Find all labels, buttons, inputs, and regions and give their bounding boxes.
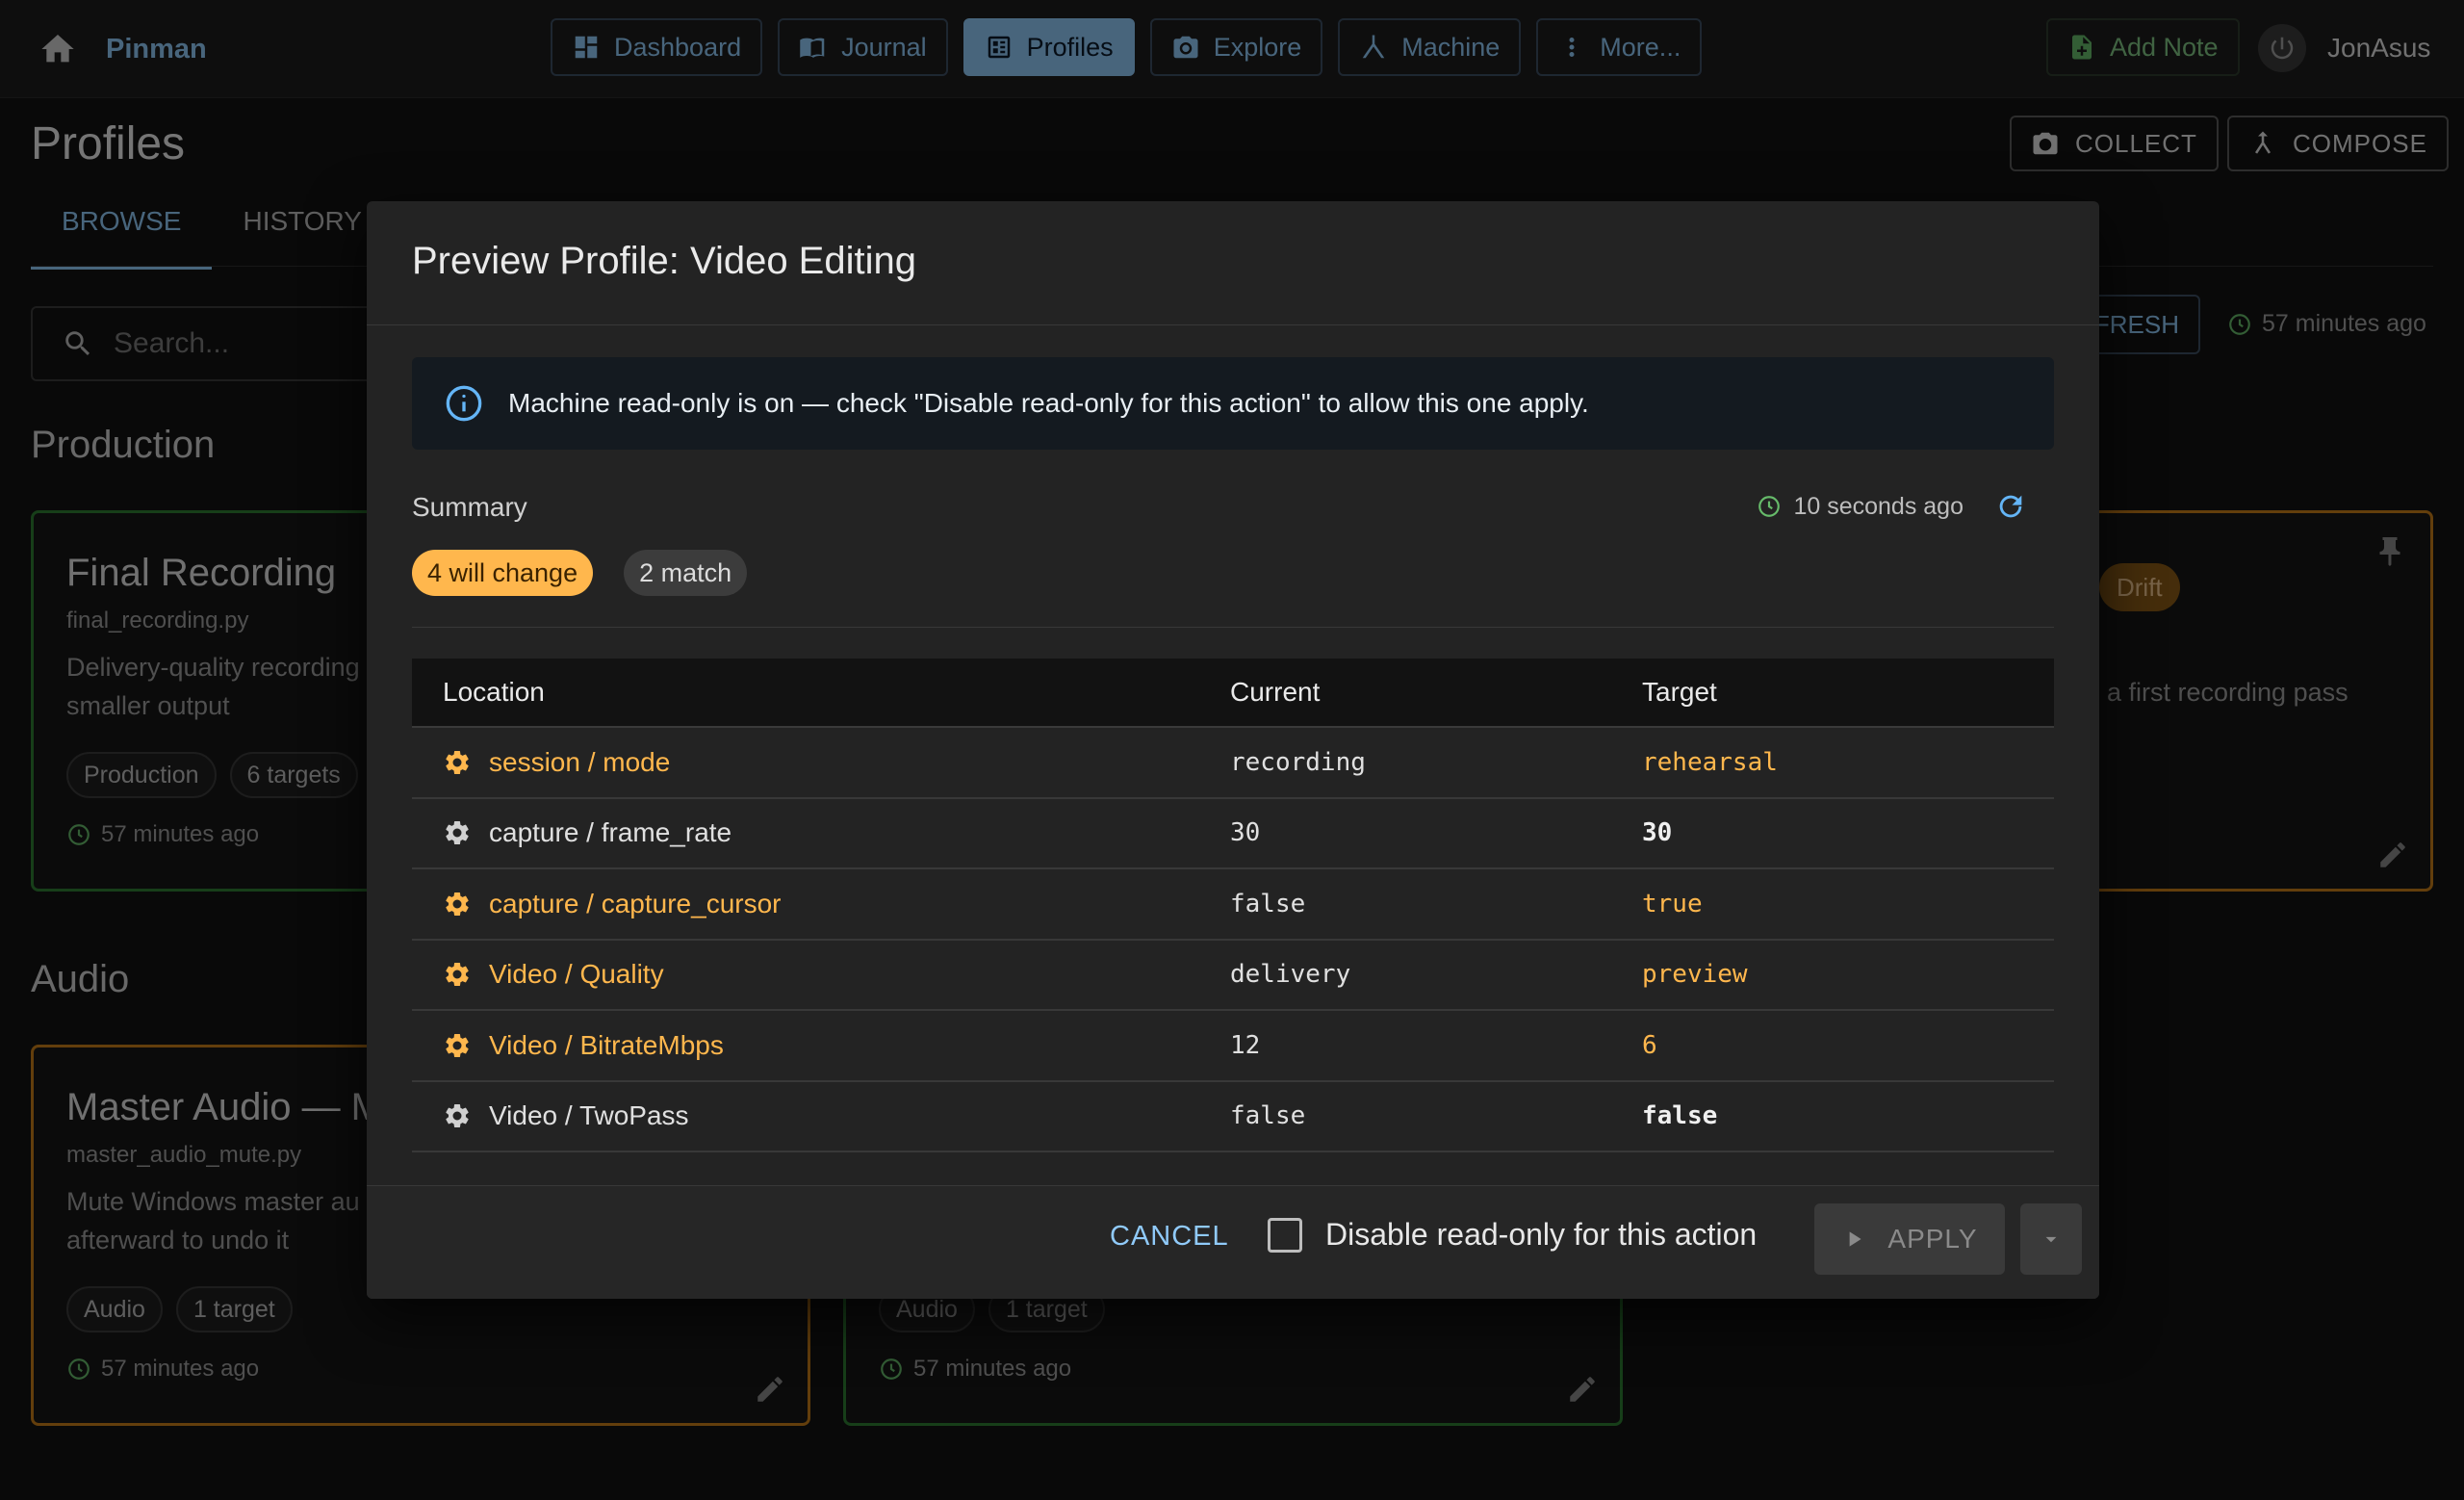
table-row[interactable]: Video / BitrateMbps 12 6 — [412, 1011, 2054, 1082]
table-row[interactable]: capture / capture_cursor false true — [412, 869, 2054, 941]
dialog-divider — [367, 324, 2099, 325]
current-value: false — [1230, 1101, 1306, 1131]
location-text: Video / Quality — [489, 959, 664, 990]
target-value: 30 — [1642, 818, 1673, 848]
info-text: Machine read-only is on — check "Disable… — [508, 388, 1589, 418]
cancel-button[interactable]: CANCEL — [1110, 1221, 1229, 1253]
dialog-title: Preview Profile: Video Editing — [412, 240, 916, 282]
column-location: Location — [443, 677, 545, 707]
info-icon — [446, 385, 482, 422]
disable-readonly-label: Disable read-only for this action — [1325, 1217, 1758, 1252]
refresh-icon[interactable] — [1994, 490, 2027, 523]
play-icon — [1850, 1231, 1861, 1247]
will-change-badge: 4 will change — [412, 550, 594, 596]
target-value: 6 — [1642, 1030, 1657, 1060]
summary-badges: 4 will change 2 match — [412, 550, 748, 596]
location-text: capture / capture_cursor — [489, 888, 782, 918]
table-row[interactable]: Video / Quality delivery preview — [412, 941, 2054, 1011]
info-alert: Machine read-only is on — check "Disable… — [412, 357, 2054, 450]
current-value: 12 — [1230, 1030, 1261, 1060]
target-value: preview — [1642, 960, 1748, 990]
target-value: true — [1642, 889, 1703, 918]
table-row[interactable]: capture / frame_rate 30 30 — [412, 799, 2054, 869]
gear-icon — [446, 1033, 469, 1057]
current-value: false — [1230, 889, 1306, 918]
gear-icon — [446, 1104, 469, 1128]
current-value: recording — [1230, 747, 1366, 777]
match-badge: 2 match — [624, 550, 748, 596]
caret-down-icon — [2045, 1236, 2057, 1243]
apply-label: APPLY — [1887, 1224, 1978, 1254]
column-target: Target — [1642, 677, 1717, 707]
location-text: Video / BitrateMbps — [489, 1029, 724, 1060]
table-header: Location Current Target — [412, 659, 2054, 728]
summary-timestamp-text: 10 seconds ago — [1793, 492, 1964, 520]
preview-profile-dialog: Preview Profile: Video Editing Machine r… — [367, 201, 2099, 1299]
location-text: capture / frame_rate — [489, 817, 732, 848]
current-value: delivery — [1230, 960, 1351, 990]
gear-icon — [446, 963, 469, 987]
location-text: Video / TwoPass — [489, 1100, 689, 1131]
target-value: false — [1642, 1101, 1718, 1131]
summary-divider — [412, 627, 2054, 628]
current-value: 30 — [1230, 818, 1261, 848]
gear-icon — [446, 821, 469, 845]
target-value: rehearsal — [1642, 747, 1778, 777]
diff-table: Location Current Target session / mode r… — [412, 659, 2054, 1152]
dialog-actions: CANCEL Disable read-only for this action… — [367, 1185, 2099, 1299]
summary-timestamp: 10 seconds ago — [1757, 490, 2027, 523]
disable-readonly-checkbox[interactable] — [1268, 1217, 1302, 1253]
table-row[interactable]: session / mode recording rehearsal — [412, 728, 2054, 799]
location-text: session / mode — [489, 746, 671, 777]
table-row[interactable]: Video / TwoPass false false — [412, 1082, 2054, 1152]
apply-options-button[interactable] — [2020, 1203, 2082, 1275]
column-current: Current — [1230, 677, 1321, 707]
apply-button[interactable]: APPLY — [1814, 1203, 2005, 1275]
gear-icon — [446, 892, 469, 916]
clock-icon — [1757, 494, 1782, 519]
summary-label: Summary — [412, 492, 527, 522]
disable-readonly-option[interactable]: Disable read-only for this action — [1268, 1217, 1757, 1253]
gear-icon — [446, 750, 469, 774]
